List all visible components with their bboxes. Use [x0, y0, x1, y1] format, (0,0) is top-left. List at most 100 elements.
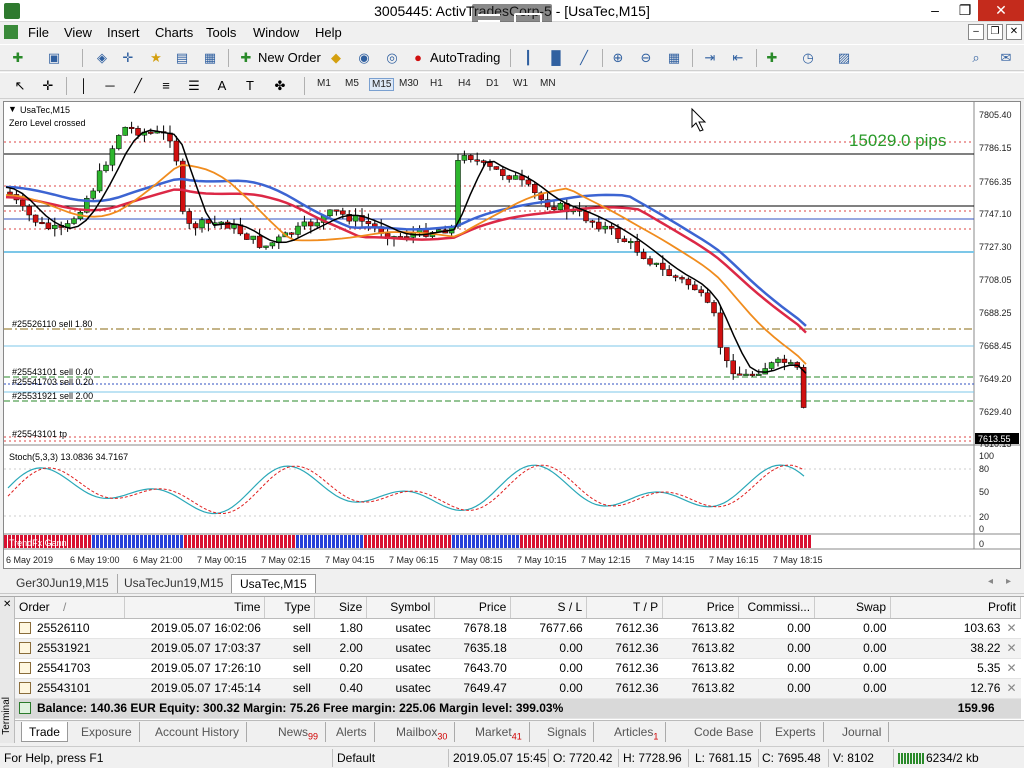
collapse-triangle[interactable]: ▼: [8, 104, 17, 114]
zoom-in-icon[interactable]: ⊕: [608, 48, 628, 68]
chat-icon[interactable]: ✉: [996, 48, 1016, 68]
terminal-tab-account-history[interactable]: Account History: [148, 722, 248, 742]
new-chart-icon[interactable]: ✚: [8, 48, 28, 68]
menu-help[interactable]: Help: [315, 25, 342, 40]
menu-file[interactable]: File: [28, 25, 49, 40]
trendline-icon[interactable]: ╱: [128, 76, 148, 96]
timeframe-m1[interactable]: M1: [317, 78, 331, 89]
minimize-button[interactable]: –: [918, 0, 952, 21]
shapes-icon[interactable]: ✤: [270, 76, 290, 96]
order-row[interactable]: 25543101 2019.05.07 17:45:14 sell 0.40 usate…: [15, 678, 1021, 699]
templates-icon[interactable]: ▨: [834, 48, 854, 68]
terminal-tab-journal[interactable]: Journal: [835, 722, 890, 742]
terminal-tab-mailbox[interactable]: Mailbox30: [389, 722, 456, 742]
fibonacci-icon[interactable]: ☰: [184, 76, 204, 96]
candlestick-icon[interactable]: █: [546, 48, 566, 68]
col-swap[interactable]: Swap: [814, 597, 892, 619]
menu-tools[interactable]: Tools: [206, 25, 236, 40]
close-order-icon[interactable]: ✕: [1000, 661, 1016, 675]
col-type[interactable]: Type: [264, 597, 316, 619]
terminal-tab-market[interactable]: Market41: [468, 722, 530, 742]
profiles-icon[interactable]: ▣: [44, 48, 64, 68]
terminal-tab-exposure[interactable]: Exposure: [74, 722, 140, 742]
col-symbol[interactable]: Symbol: [366, 597, 436, 619]
indicators-icon[interactable]: ✚: [762, 48, 782, 68]
chart-tab-usatec[interactable]: UsaTec,M15: [231, 574, 316, 593]
search-icon[interactable]: ⌕: [966, 48, 986, 68]
col-profit[interactable]: Profit: [890, 597, 1021, 619]
timeframe-m30[interactable]: M30: [399, 78, 418, 89]
cursor-icon[interactable]: ↖: [10, 76, 30, 96]
tabs-scroll-right-icon[interactable]: ▸: [1006, 576, 1011, 587]
terminal-tab-code-base[interactable]: Code Base: [687, 722, 762, 742]
terminal-tab-news[interactable]: News99: [271, 722, 327, 742]
menu-charts[interactable]: Charts: [155, 25, 193, 40]
tabs-scroll-left-icon[interactable]: ◂: [988, 576, 993, 587]
menu-insert[interactable]: Insert: [107, 25, 140, 40]
chart-shift-icon[interactable]: ⇤: [728, 48, 748, 68]
mdi-minimize-button[interactable]: –: [968, 24, 984, 40]
horizontal-line-icon[interactable]: ─: [100, 76, 120, 96]
autoscroll-icon[interactable]: ⇥: [700, 48, 720, 68]
col-size[interactable]: Size: [314, 597, 368, 619]
new-order-button[interactable]: New Order: [258, 50, 321, 65]
col-commission[interactable]: Commissi...: [738, 597, 816, 619]
metaeditor-icon[interactable]: ◆: [326, 48, 346, 68]
timeframe-h4[interactable]: H4: [458, 78, 471, 89]
col-order[interactable]: Order /: [15, 597, 126, 619]
terminal-tab-trade[interactable]: Trade: [21, 722, 68, 742]
signals-icon[interactable]: ◎: [382, 48, 402, 68]
close-button[interactable]: ✕: [978, 0, 1024, 21]
order-row[interactable]: 25541703 2019.05.07 17:26:10 sell 0.20 usate…: [15, 658, 1021, 679]
terminal-tab-signals[interactable]: Signals: [540, 722, 595, 742]
text-icon[interactable]: A: [212, 76, 232, 96]
col-current-price[interactable]: Price: [662, 597, 740, 619]
timeframe-w1[interactable]: W1: [513, 78, 528, 89]
close-order-icon[interactable]: ✕: [1000, 641, 1016, 655]
terminal-tab-alerts[interactable]: Alerts: [329, 722, 375, 742]
channel-icon[interactable]: ≡: [156, 76, 176, 96]
menu-window[interactable]: Window: [253, 25, 299, 40]
timeframe-m15[interactable]: M15: [369, 78, 395, 91]
crosshair-icon[interactable]: ✛: [38, 76, 58, 96]
line-chart-icon[interactable]: ╱: [574, 48, 594, 68]
close-order-icon[interactable]: ✕: [1000, 621, 1016, 635]
close-order-icon[interactable]: ✕: [1000, 681, 1016, 695]
mdi-close-button[interactable]: ✕: [1006, 24, 1022, 40]
timeframe-m5[interactable]: M5: [345, 78, 359, 89]
terminal-tab-articles[interactable]: Articles1: [607, 722, 667, 742]
chart-tab-usatecjun19[interactable]: UsaTecJun19,M15: [116, 574, 233, 593]
label-icon[interactable]: T: [240, 76, 260, 96]
vertical-line-icon[interactable]: │: [74, 76, 94, 96]
restore-button[interactable]: ❐: [948, 0, 982, 21]
autotrading-icon[interactable]: ●: [408, 48, 428, 68]
market-watch-icon[interactable]: ◈: [92, 48, 112, 68]
timeframe-mn[interactable]: MN: [540, 78, 556, 89]
data-window-icon[interactable]: ✛: [118, 48, 138, 68]
terminal-close-icon[interactable]: ✕: [3, 599, 11, 610]
chart-canvas[interactable]: ▼ UsaTec,M15 Zero Level crossed 15029.0 …: [4, 102, 1020, 568]
terminal-icon[interactable]: ▤: [172, 48, 192, 68]
timeframe-d1[interactable]: D1: [486, 78, 499, 89]
col-tp[interactable]: T / P: [586, 597, 664, 619]
mdi-restore-button[interactable]: ❐: [987, 24, 1003, 40]
menu-view[interactable]: View: [64, 25, 92, 40]
timeframe-h1[interactable]: H1: [430, 78, 443, 89]
chart-tab-ger30[interactable]: Ger30Jun19,M15: [8, 574, 118, 593]
bar-chart-icon[interactable]: ┃: [518, 48, 538, 68]
new-order-icon[interactable]: ✚: [236, 48, 256, 68]
price-chart-window[interactable]: ▼ UsaTec,M15 Zero Level crossed 15029.0 …: [3, 101, 1021, 569]
col-time[interactable]: Time: [124, 597, 266, 619]
autotrading-button[interactable]: AutoTrading: [430, 50, 500, 65]
periods-icon[interactable]: ◷: [798, 48, 818, 68]
order-row[interactable]: 25531921 2019.05.07 17:03:37 sell 2.00 usate…: [15, 638, 1021, 659]
community-icon[interactable]: ◉: [354, 48, 374, 68]
col-price[interactable]: Price: [434, 597, 512, 619]
zoom-out-icon[interactable]: ⊖: [636, 48, 656, 68]
col-sl[interactable]: S / L: [510, 597, 588, 619]
terminal-tab-experts[interactable]: Experts: [768, 722, 824, 742]
navigator-icon[interactable]: ★: [146, 48, 166, 68]
tester-icon[interactable]: ▦: [200, 48, 220, 68]
order-row[interactable]: 25526110 2019.05.07 16:02:06 sell 1.80 usate…: [15, 618, 1021, 639]
tile-windows-icon[interactable]: ▦: [664, 48, 684, 68]
